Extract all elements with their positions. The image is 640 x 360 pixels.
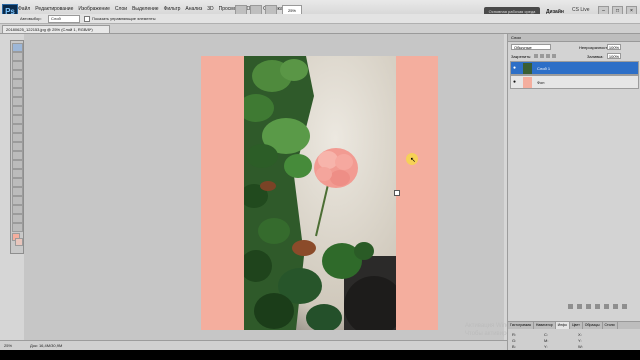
opacity-label: Непрозрачность: [579, 45, 611, 50]
zoom-tool-icon[interactable] [12, 223, 23, 232]
layer-mask-icon[interactable] [586, 304, 591, 309]
blend-row: Обычные Непрозрачность: 100% [511, 44, 638, 50]
autoselect-value: Слой [51, 16, 61, 21]
fill-row: Закрепить: Заливка: 100% [511, 53, 638, 59]
tab-navigator[interactable]: Навигатор [534, 322, 556, 329]
lock-transparency-icon[interactable] [534, 54, 538, 58]
crop-tool-icon[interactable] [12, 79, 23, 88]
visibility-eye-icon[interactable]: ● [513, 80, 519, 85]
lock-all-icon[interactable] [552, 54, 556, 58]
gradient-tool-icon[interactable] [12, 142, 23, 151]
document-tab[interactable]: 20180625_122153.jpg @ 25% (Слой 1, RGB/8… [2, 25, 110, 33]
tab-info[interactable]: Инфо [555, 322, 570, 329]
dodge-tool-icon[interactable] [12, 160, 23, 169]
menu-filter[interactable]: Фильтр [164, 6, 181, 12]
lasso-tool-icon[interactable] [12, 61, 23, 70]
layer-name: Фон [537, 80, 545, 85]
cursor-icon: ↖ [410, 157, 416, 164]
menu-layers[interactable]: Слои [115, 6, 127, 12]
3d-tool-icon[interactable] [12, 205, 23, 214]
autoselect-label: Автовыбор: [20, 16, 42, 21]
layers-footer [568, 304, 627, 309]
eyedropper-tool-icon[interactable] [12, 88, 23, 97]
show-controls-checkbox[interactable] [84, 16, 90, 22]
clone-stamp-tool-icon[interactable] [12, 115, 23, 124]
blur-tool-icon[interactable] [12, 151, 23, 160]
pen-tool-icon[interactable] [12, 169, 23, 178]
visibility-eye-icon[interactable]: ● [513, 66, 519, 71]
eraser-tool-icon[interactable] [12, 133, 23, 142]
document-tabs: 20180625_122153.jpg @ 25% (Слой 1, RGB/8… [0, 24, 640, 34]
transform-handle[interactable] [394, 190, 400, 196]
lock-label: Закрепить: [511, 54, 532, 59]
new-layer-icon[interactable] [613, 304, 618, 309]
autoselect-dropdown[interactable]: Слой [48, 15, 80, 23]
menu-edit[interactable]: Редактирование [35, 6, 73, 12]
new-group-icon[interactable] [604, 304, 609, 309]
photo-layer[interactable] [244, 56, 396, 330]
adjustment-layer-icon[interactable] [595, 304, 600, 309]
brush-tool-icon[interactable] [12, 106, 23, 115]
healing-brush-tool-icon[interactable] [12, 97, 23, 106]
show-controls-label: Показать управляющие элементы [92, 16, 156, 21]
background-thumbnail [523, 77, 532, 88]
letterbox-bottom [0, 350, 640, 360]
background-color-swatch[interactable] [15, 238, 23, 246]
history-brush-tool-icon[interactable] [12, 124, 23, 133]
quick-select-tool-icon[interactable] [12, 70, 23, 79]
link-layers-icon[interactable] [568, 304, 573, 309]
layers-tab[interactable]: Слои [508, 34, 640, 42]
hand-tool-icon[interactable] [12, 214, 23, 223]
photoshop-window: Ps Файл Редактирование Изображение Слои … [0, 0, 640, 360]
tab-styles[interactable]: Стили [603, 322, 618, 329]
menu-3d[interactable]: 3D [207, 6, 213, 12]
layer-style-icon[interactable] [577, 304, 582, 309]
lock-icons [534, 54, 556, 58]
layer1-thumbnail [523, 63, 532, 74]
fill-label: Заливка: [587, 54, 604, 59]
menu-select[interactable]: Выделение [132, 6, 159, 12]
marquee-tool-icon[interactable] [12, 52, 23, 61]
menu-file[interactable]: Файл [18, 6, 30, 12]
menu-image[interactable]: Изображение [78, 6, 110, 12]
lock-position-icon[interactable] [546, 54, 550, 58]
blend-mode-select[interactable]: Обычные [511, 44, 551, 50]
opacity-input[interactable]: 100% [607, 44, 621, 50]
layer-name: Слой 1 [537, 66, 551, 71]
menu-analysis[interactable]: Анализ [185, 6, 202, 12]
fill-input[interactable]: 100% [607, 53, 621, 59]
tab-color[interactable]: Цвет [570, 322, 583, 329]
layer-row-background[interactable]: ● Фон [510, 75, 639, 89]
cs-live-button[interactable]: CS Live [572, 7, 590, 13]
move-tool-icon[interactable] [12, 43, 23, 52]
shape-tool-icon[interactable] [12, 196, 23, 205]
tab-swatches[interactable]: Образцы [583, 322, 603, 329]
info-tabs: Гистограмма Навигатор Инфо Цвет Образцы … [508, 322, 640, 329]
lock-pixels-icon[interactable] [540, 54, 544, 58]
options-bar: Автовыбор: Слой Показать управляющие эле… [0, 14, 640, 24]
toolbox [10, 40, 24, 254]
path-select-tool-icon[interactable] [12, 187, 23, 196]
type-tool-icon[interactable] [12, 178, 23, 187]
layer-row-layer1[interactable]: ● Слой 1 [510, 61, 639, 75]
layers-panel: Слои Обычные Непрозрачность: 100% Закреп… [507, 34, 640, 360]
delete-layer-icon[interactable] [622, 304, 627, 309]
geranium-photo [244, 56, 396, 330]
tab-histogram[interactable]: Гистограмма [508, 322, 534, 329]
